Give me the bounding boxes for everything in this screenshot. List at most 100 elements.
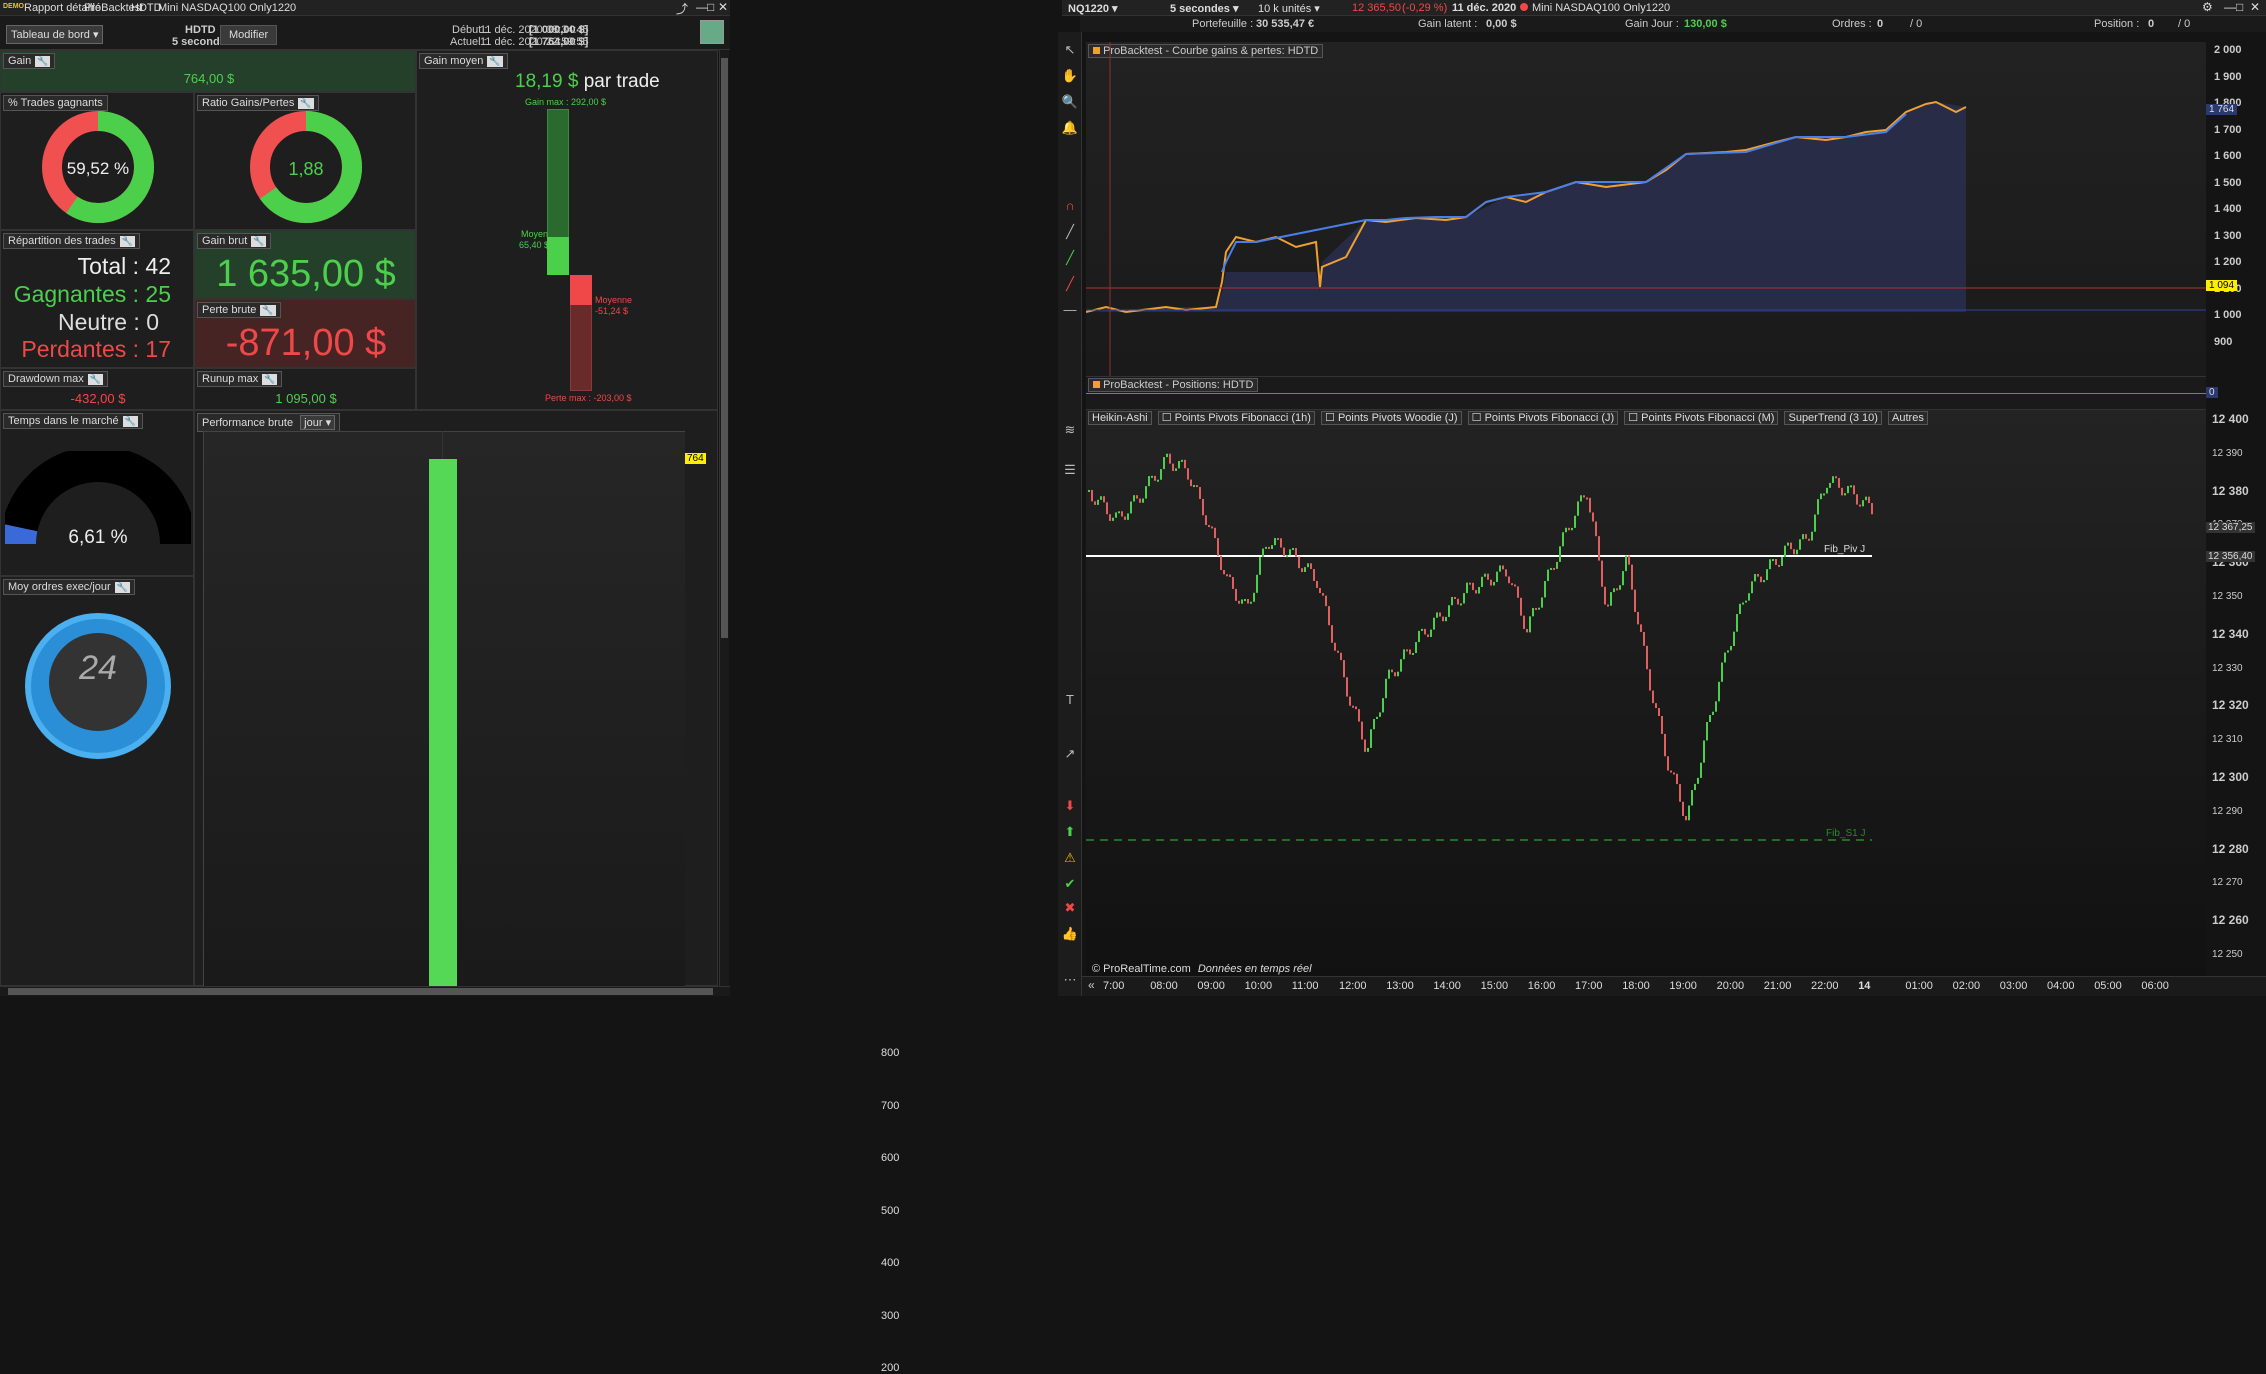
candle [1433, 617, 1435, 630]
perf-tick-label: 500 [881, 1204, 900, 1217]
more-icon[interactable]: ⋯ [1060, 970, 1080, 990]
modify-button[interactable]: Modifier [220, 25, 278, 45]
time-tick-label: 01:00 [1905, 980, 1933, 992]
wrench-icon[interactable]: 🔧 [119, 236, 135, 247]
wrench-icon[interactable]: 🔧 [262, 374, 278, 385]
close-icon[interactable]: ✕ [718, 0, 728, 14]
equity-last-badge: 1 764 [2206, 104, 2238, 115]
close-icon[interactable]: ✕ [2250, 0, 2260, 14]
up-arrow-icon[interactable]: ⬆ [1060, 822, 1080, 842]
candle [1403, 649, 1405, 660]
hscroll-thumb[interactable] [8, 988, 713, 995]
candle [1472, 582, 1474, 591]
wrench-icon[interactable]: 🔧 [487, 56, 503, 67]
legend-supertrend[interactable]: SuperTrend (3 10) [1784, 411, 1882, 425]
timeframe-select[interactable]: 5 secondes ▾ [1170, 2, 1239, 15]
gain-value: 764,00 $ [183, 71, 235, 86]
live-dot-icon [1520, 3, 1528, 11]
legend-autres[interactable]: Autres [1888, 411, 1928, 425]
magnet-icon[interactable]: ∩ [1060, 196, 1080, 216]
thumbs-up-icon[interactable]: 👍 [1060, 924, 1080, 944]
text-icon[interactable]: T [1060, 690, 1080, 710]
candle [1097, 499, 1099, 505]
cross-icon[interactable]: ✖ [1060, 898, 1080, 918]
legend-pivot-woodie[interactable]: ☐ Points Pivots Woodie (J) [1321, 411, 1462, 425]
candle [1163, 457, 1165, 470]
candle [1277, 538, 1279, 541]
line-icon[interactable]: ╱ [1060, 222, 1080, 242]
candle [1466, 582, 1468, 594]
candle [1586, 497, 1588, 500]
horizontal-scrollbar[interactable] [0, 986, 730, 996]
warning-icon[interactable]: ⚠ [1060, 848, 1080, 868]
legend-pivot-fib-j[interactable]: ☐ Points Pivots Fibonacci (J) [1467, 411, 1619, 425]
dashboard-select[interactable]: Tableau de bord ▾ [6, 25, 104, 44]
candle [1601, 560, 1603, 587]
perf-tick-label: 300 [881, 1309, 900, 1322]
candle [1484, 573, 1486, 577]
check-icon[interactable]: ✔ [1060, 874, 1080, 894]
candle [1115, 512, 1117, 518]
right-titlebar: NQ1220 ▾ 5 secondes ▾ 10 k unités ▾ 12 3… [1062, 0, 2266, 16]
candle [1667, 756, 1669, 771]
fibo-icon[interactable]: ☰ [1060, 460, 1080, 480]
wrench-icon[interactable]: 🔧 [114, 582, 130, 593]
candle [1658, 708, 1660, 717]
tab-instrument[interactable]: Mini NASDAQ100 Only1220 [158, 2, 296, 14]
units-select[interactable]: 10 k unités ▾ [1258, 2, 1320, 15]
wrench-icon[interactable]: 🔧 [87, 374, 104, 385]
candle [1154, 475, 1156, 481]
period-select[interactable]: jour ▾ [300, 415, 336, 430]
arrow-icon[interactable]: ↗ [1060, 744, 1080, 764]
maximize-icon[interactable]: □ [2236, 0, 2243, 14]
positions-title: ProBacktest - Positions: HDTD [1088, 378, 1259, 392]
alert-icon[interactable]: 🔔 [1060, 118, 1080, 138]
candle [1730, 645, 1732, 651]
price-tick-label: 12 390 [2212, 447, 2243, 459]
vertical-scrollbar[interactable] [719, 50, 729, 986]
scroll-left-icon[interactable]: « [1088, 978, 1095, 992]
candle [1502, 565, 1504, 570]
candle [1262, 548, 1264, 558]
tab-hdtd[interactable]: HDTD [131, 2, 162, 14]
wrench-icon[interactable]: 🔧 [35, 56, 51, 67]
candle [1304, 567, 1306, 573]
candle [1091, 489, 1093, 502]
trend-icon[interactable]: ╱ [1060, 248, 1080, 268]
zoom-icon[interactable]: 🔍 [1060, 92, 1080, 112]
candle [1793, 549, 1795, 555]
candle [1703, 740, 1705, 763]
scroll-thumb[interactable] [721, 58, 728, 638]
candle [1769, 559, 1771, 570]
wrench-icon[interactable]: 🔧 [298, 98, 314, 109]
hand-icon[interactable]: ✋ [1060, 66, 1080, 86]
wrench-icon[interactable]: 🔧 [260, 305, 276, 316]
channel-icon[interactable]: ≋ [1060, 420, 1080, 440]
position-value: 0 [2148, 18, 2155, 30]
hline-icon[interactable]: — [1060, 300, 1080, 320]
instrument-select[interactable]: NQ1220 ▾ [1068, 2, 1118, 15]
strategy-icon[interactable] [700, 20, 724, 44]
clock-value: 24 [79, 649, 117, 687]
minimize-icon[interactable]: — [2224, 0, 2236, 14]
candle [1238, 600, 1240, 604]
wrench-icon[interactable]: 🔧 [251, 236, 267, 247]
candle [1847, 486, 1849, 494]
legend-pivot-fib-m[interactable]: ☐ Points Pivots Fibonacci (M) [1624, 411, 1779, 425]
maximize-icon[interactable]: □ [707, 0, 714, 14]
candle [1121, 511, 1123, 517]
price-tick-label: 12 320 [2212, 698, 2249, 713]
candle [1211, 526, 1213, 529]
share-icon[interactable]: ⤴ [676, 0, 688, 17]
legend-heikin-ashi[interactable]: Heikin-Ashi [1088, 411, 1152, 425]
time-tick-label: 19:00 [1669, 980, 1697, 992]
candle [1334, 642, 1336, 651]
settings-icon[interactable]: ⚙ [2202, 0, 2213, 14]
down-arrow-icon[interactable]: ⬇ [1060, 796, 1080, 816]
candle [1652, 690, 1654, 704]
wrench-icon[interactable]: 🔧 [122, 416, 138, 427]
ray-icon[interactable]: ╱ [1060, 274, 1080, 294]
candle [1337, 650, 1339, 653]
legend-pivot-fib-1h[interactable]: ☐ Points Pivots Fibonacci (1h) [1157, 411, 1315, 425]
cursor-icon[interactable]: ↖ [1060, 40, 1080, 60]
